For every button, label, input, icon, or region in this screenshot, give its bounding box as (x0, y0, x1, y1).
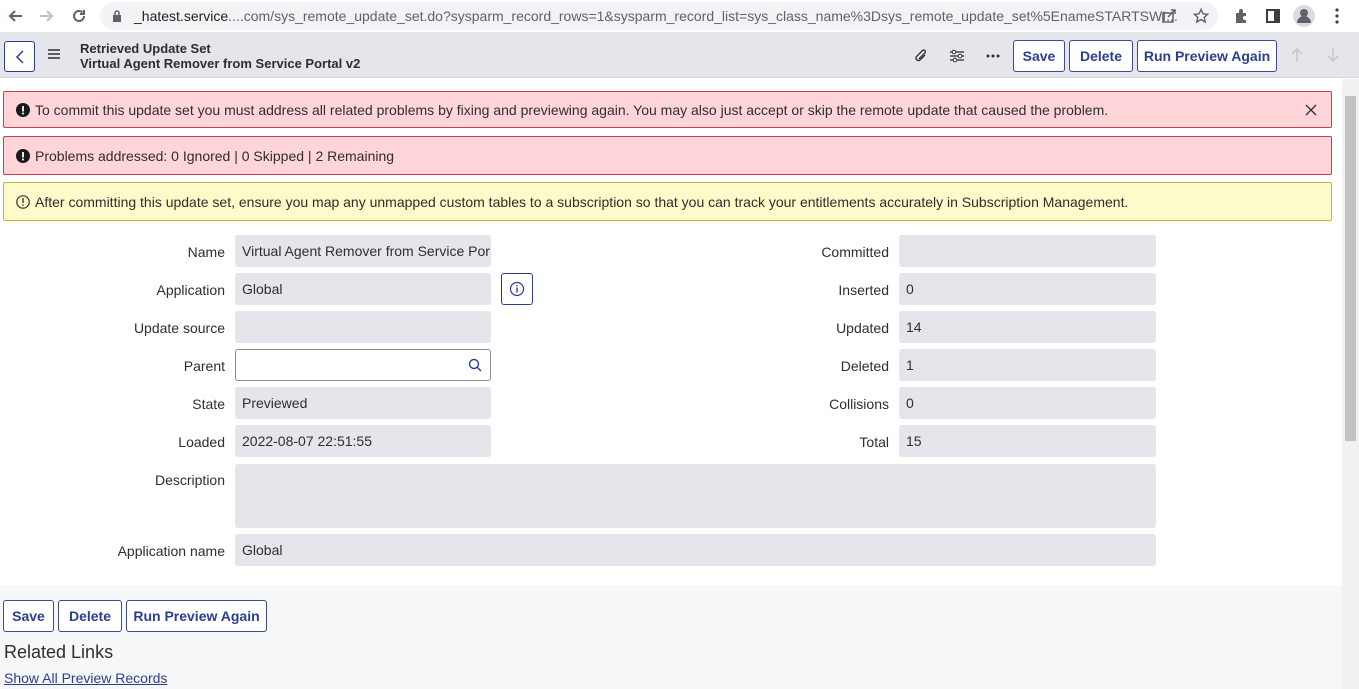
lock-icon (112, 10, 126, 22)
vertical-scrollbar[interactable] (1342, 79, 1359, 689)
alert-text: To commit this update set you must addre… (35, 101, 1109, 118)
field-label-loaded: Loaded (178, 434, 225, 450)
search-icon (468, 358, 481, 372)
chevron-left-icon (15, 49, 24, 64)
browser-toolbar: _hatest.service ....com/sys_remote_update… (0, 0, 1359, 32)
parent-input[interactable] (235, 349, 460, 381)
form-body: To commit this update set you must addre… (0, 79, 1342, 689)
field-label-parent: Parent (183, 358, 225, 374)
description-field (235, 464, 1156, 528)
parent-lookup-button[interactable] (459, 349, 491, 381)
share-icon[interactable] (1157, 4, 1181, 28)
record-name: Virtual Agent Remover from Service Porta… (80, 56, 361, 71)
save-button[interactable]: Save (1013, 40, 1065, 72)
alert-text: Problems addressed: 0 Ignored | 0 Skippe… (35, 147, 395, 164)
field-label-total: Total (859, 434, 889, 450)
inserted-field: 0 (899, 273, 1156, 305)
arrow-down-icon[interactable] (1323, 46, 1343, 64)
update-source-field (235, 311, 491, 343)
field-label-updated: Updated (836, 320, 889, 336)
committed-field (899, 235, 1156, 267)
delete-button[interactable]: Delete (1069, 40, 1133, 72)
problems-alert: Problems addressed: 0 Ignored | 0 Skippe… (3, 136, 1332, 175)
browser-forward-icon[interactable] (33, 3, 59, 29)
field-label-name: Name (187, 244, 225, 260)
context-menu-icon[interactable] (46, 47, 62, 61)
side-panel-icon[interactable] (1261, 4, 1285, 28)
field-label-deleted: Deleted (840, 358, 889, 374)
application-name-field: Global (235, 534, 1156, 566)
browser-menu-icon[interactable] (1325, 4, 1349, 28)
subscription-warning-alert: After committing this update set, ensure… (3, 182, 1332, 221)
bookmark-star-icon[interactable] (1189, 4, 1213, 28)
deleted-field: 1 (899, 349, 1156, 381)
extensions-icon[interactable] (1229, 4, 1253, 28)
collisions-field: 0 (899, 387, 1156, 419)
browser-back-icon[interactable] (3, 3, 29, 29)
field-label-update-source: Update source (133, 320, 225, 336)
browser-reload-icon[interactable] (66, 3, 92, 29)
commit-error-alert: To commit this update set you must addre… (3, 91, 1332, 128)
application-field: Global (235, 273, 491, 305)
field-label-application-name: Application name (117, 543, 225, 559)
field-label-committed: Committed (821, 244, 889, 260)
url-path: ....com/sys_remote_update_set.do?sysparm… (228, 8, 1178, 24)
field-label-application: Application (156, 282, 226, 298)
error-icon (16, 148, 30, 163)
form-header: Retrieved Update Set Virtual Agent Remov… (0, 32, 1359, 78)
field-label-state: State (192, 396, 225, 412)
alert-text: After committing this update set, ensure… (35, 193, 1129, 210)
address-bar[interactable]: _hatest.service ....com/sys_remote_update… (100, 2, 1218, 30)
scrollbar-thumb[interactable] (1345, 96, 1356, 441)
url-host: _hatest.service (134, 8, 229, 24)
state-field: Previewed (235, 387, 491, 419)
footer-save-button[interactable]: Save (3, 600, 54, 632)
form-title: Retrieved Update Set (80, 41, 211, 56)
loaded-field: 2022-08-07 22:51:55 (235, 425, 491, 457)
total-field: 15 (899, 425, 1156, 457)
field-label-inserted: Inserted (838, 282, 889, 298)
footer-run-preview-again-button[interactable]: Run Preview Again (126, 600, 267, 632)
more-options-icon[interactable] (983, 47, 1003, 65)
run-preview-again-button[interactable]: Run Preview Again (1137, 40, 1277, 72)
name-field: Virtual Agent Remover from Service Por (235, 235, 491, 267)
personalize-icon[interactable] (947, 47, 967, 65)
updated-field: 14 (899, 311, 1156, 343)
back-button[interactable] (4, 41, 35, 72)
close-icon[interactable] (1305, 104, 1317, 116)
paperclip-icon[interactable] (911, 47, 931, 65)
profile-avatar-icon[interactable] (1292, 4, 1316, 28)
application-info-button[interactable] (501, 273, 533, 305)
field-label-collisions: Collisions (829, 396, 889, 412)
footer-delete-button[interactable]: Delete (58, 600, 122, 632)
info-icon (509, 281, 525, 297)
arrow-up-icon[interactable] (1287, 46, 1307, 64)
related-links-heading: Related Links (4, 642, 114, 662)
error-icon (16, 102, 30, 117)
show-all-preview-records-link[interactable]: Show All Preview Records (4, 670, 167, 686)
info-circle-icon (16, 194, 30, 209)
field-label-description: Description (154, 472, 225, 488)
